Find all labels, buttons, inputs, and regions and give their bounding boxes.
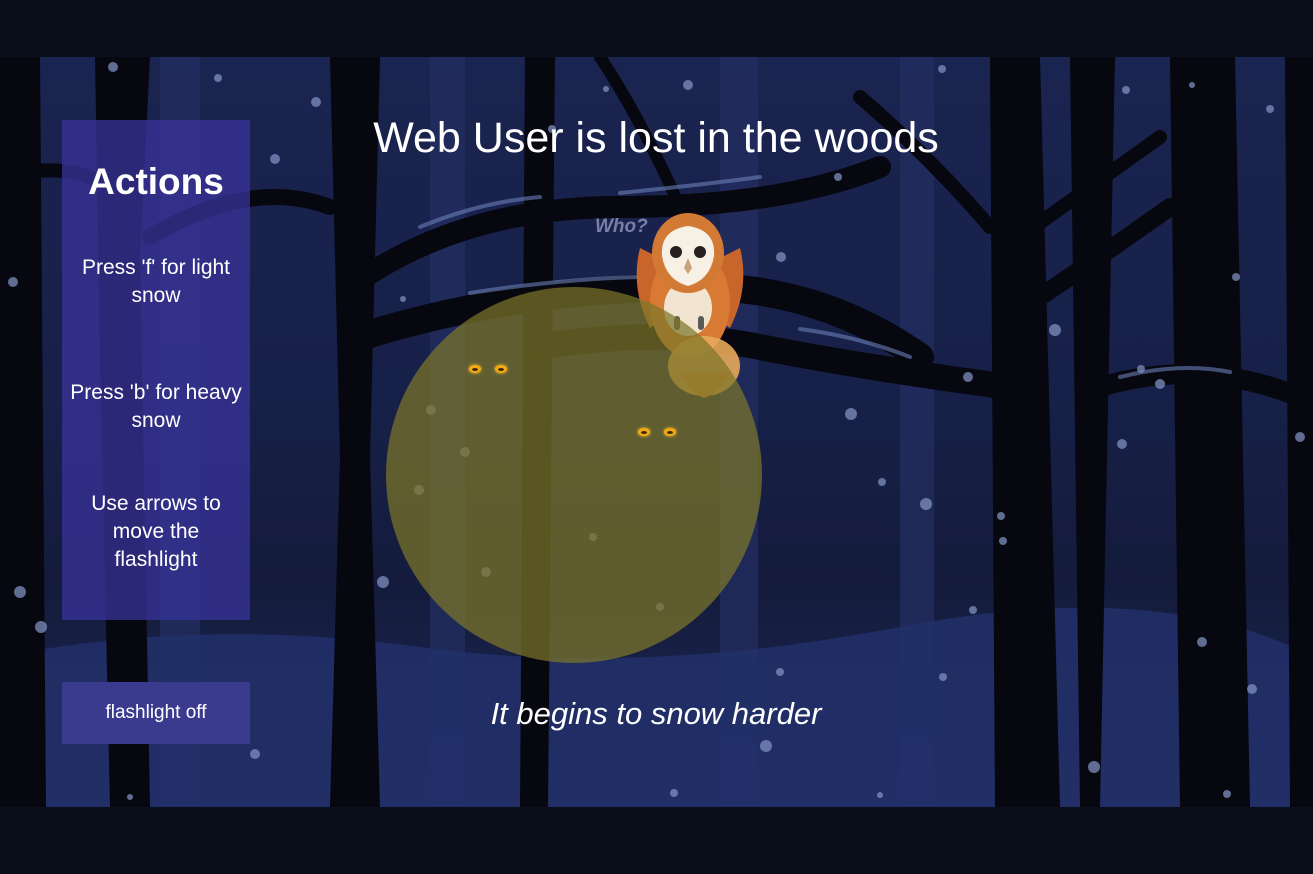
action-heavy-snow: Press 'b' for heavy snow — [70, 381, 242, 432]
eye-icon — [638, 428, 650, 436]
action-light-snow: Press 'f' for light snow — [81, 256, 231, 307]
actions-panel: Actions Press 'f' for light snow Press '… — [62, 120, 250, 620]
glowing-eyes-2 — [638, 428, 676, 436]
eye-icon — [495, 365, 507, 373]
game-title: Web User is lost in the woods — [373, 114, 939, 162]
eye-icon — [469, 365, 481, 373]
flashlight-beam[interactable] — [386, 287, 762, 663]
owl-speech: Who? — [595, 216, 648, 237]
status-caption: It begins to snow harder — [490, 696, 822, 731]
action-move-flashlight: Use arrows to move the flashlight — [91, 492, 221, 571]
actions-heading: Actions — [88, 161, 224, 202]
glowing-eyes-1 — [469, 365, 507, 373]
eye-icon — [664, 428, 676, 436]
flashlight-toggle-button[interactable]: flashlight off — [62, 682, 250, 744]
